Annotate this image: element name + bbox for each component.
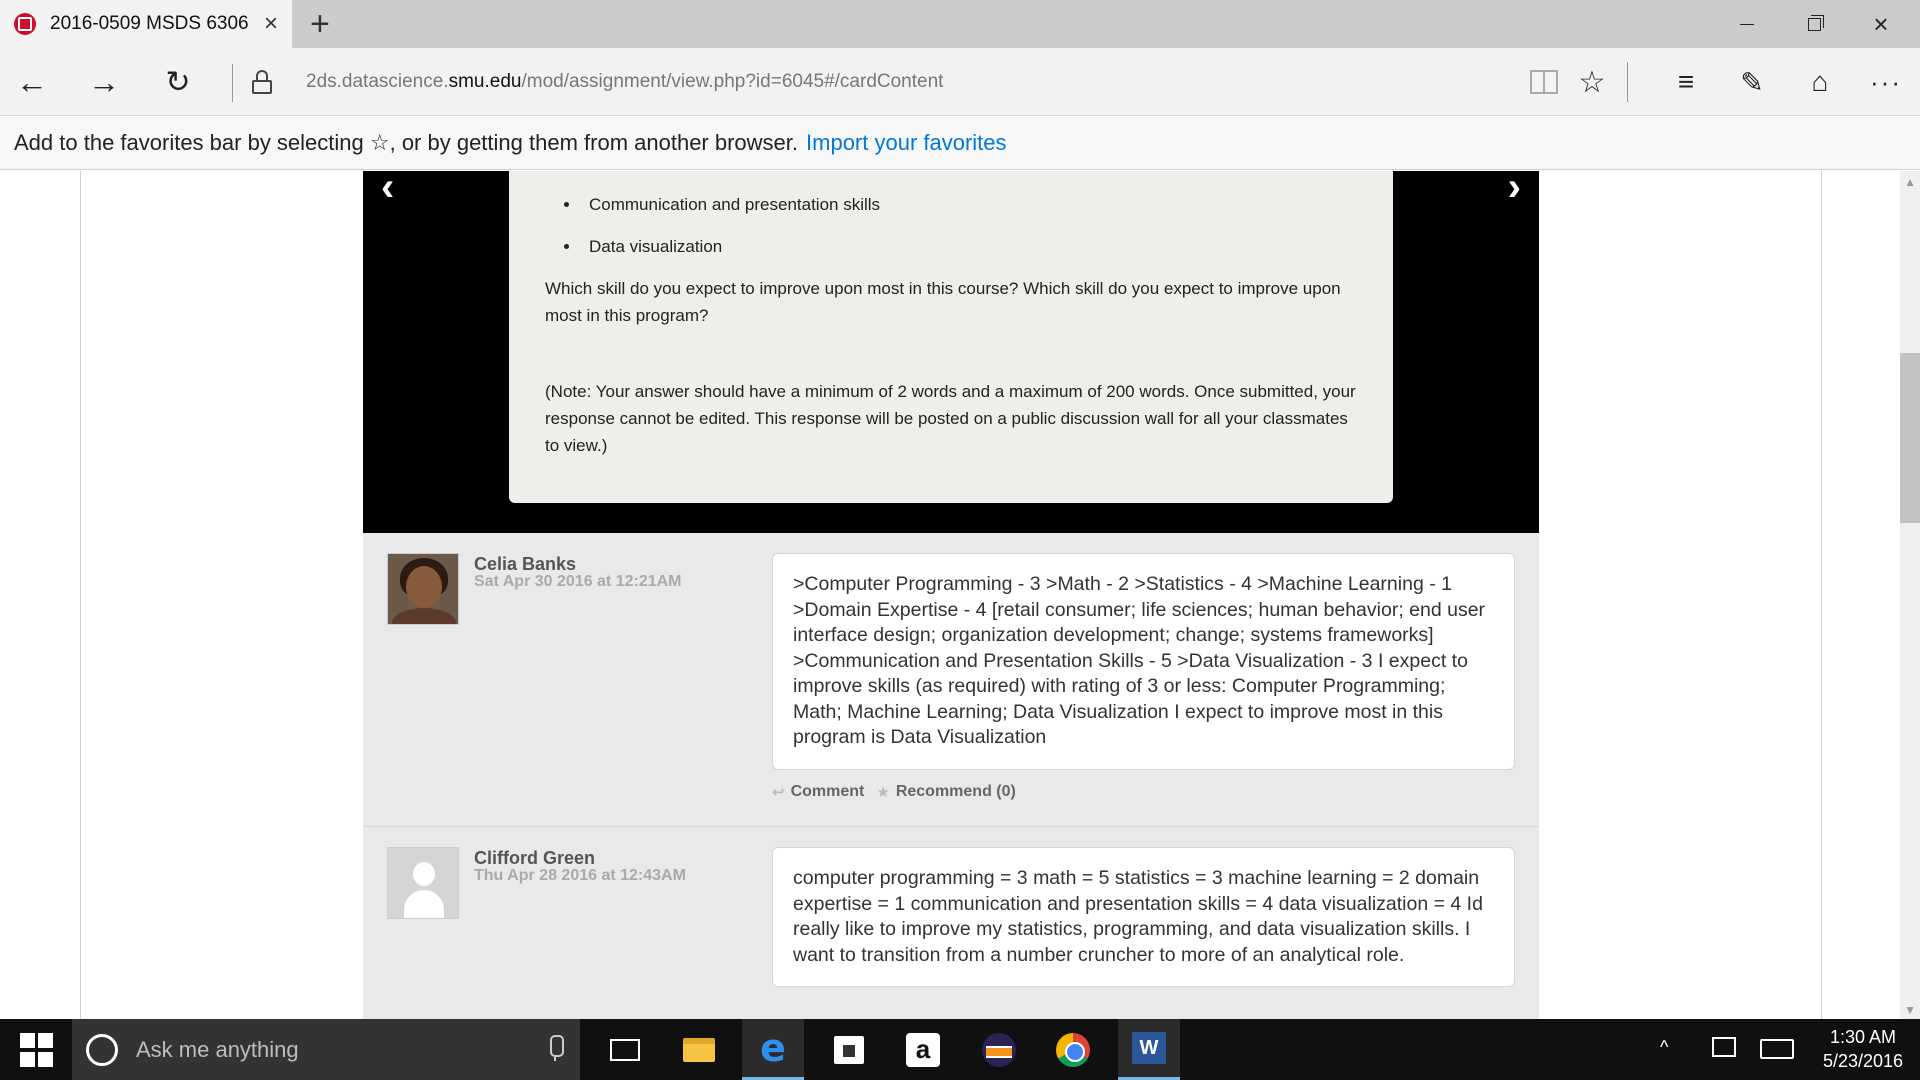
amazon-button[interactable]: a — [892, 1019, 954, 1080]
post-actions: ↩ Comment ★ Recommend (0) — [772, 783, 1016, 801]
post-body: >Computer Programming - 3 >Math - 2 >Sta… — [772, 553, 1515, 770]
recommend-button[interactable]: Recommend (0) — [896, 783, 1016, 801]
site-favicon-icon — [14, 13, 36, 35]
show-hidden-icons-chevron-icon[interactable]: ^ — [1660, 1037, 1668, 1058]
post-author[interactable]: Celia Banks — [474, 554, 576, 575]
word-icon: W — [1132, 1032, 1166, 1064]
touch-keyboard-icon[interactable] — [1760, 1039, 1794, 1059]
reply-icon: ↩ — [772, 784, 785, 801]
microphone-icon[interactable] — [548, 1035, 564, 1061]
store-icon — [834, 1035, 864, 1064]
edge-button[interactable]: e — [742, 1019, 804, 1080]
share-icon[interactable]: ⌂ — [1798, 60, 1842, 104]
address-bar[interactable]: 2ds.datascience.smu.edu/mod/assignment/v… — [306, 71, 943, 93]
navigation-bar: ← → ↻ 2ds.datascience.smu.edu/mod/assign… — [0, 48, 1920, 116]
new-tab-button[interactable]: + — [310, 6, 330, 42]
lock-icon[interactable] — [252, 70, 272, 94]
more-actions-icon[interactable]: ··· — [1864, 60, 1908, 104]
favorites-hint-bar: Add to the favorites bar by selecting ☆,… — [0, 117, 1920, 170]
card-carousel: ‹ › Communication and presentation skill… — [363, 171, 1539, 533]
start-button[interactable] — [14, 1033, 56, 1067]
web-note-icon[interactable]: ✎ — [1730, 60, 1774, 104]
reading-view-icon[interactable] — [1522, 60, 1566, 104]
toolbar-divider — [1627, 62, 1628, 102]
toolbar-divider — [232, 64, 233, 102]
star-icon: ★ — [876, 784, 890, 801]
restore-icon — [1807, 14, 1824, 31]
restore-button[interactable] — [1781, 0, 1847, 48]
favorites-hint-text: Add to the favorites bar by selecting ☆,… — [14, 130, 799, 155]
search-placeholder: Ask me anything — [136, 1036, 299, 1062]
task-view-button[interactable] — [594, 1019, 656, 1080]
url-domain: smu.edu — [448, 71, 522, 92]
cortana-search-box[interactable]: Ask me anything — [72, 1019, 580, 1080]
page-content[interactable]: ‹ › Communication and presentation skill… — [0, 171, 1920, 1019]
eclipse-icon — [982, 1032, 1016, 1067]
file-explorer-button[interactable] — [668, 1019, 730, 1080]
clock-time: 1:30 AM — [1829, 1027, 1897, 1047]
edge-icon: e — [760, 1026, 786, 1070]
hub-icon[interactable]: ≡ — [1664, 60, 1708, 104]
store-button[interactable] — [818, 1019, 880, 1080]
post-author[interactable]: Clifford Green — [474, 848, 595, 869]
forward-button[interactable]: → — [80, 58, 128, 106]
taskbar: Ask me anything e a W ^ 1:30 AM 5/23/201… — [0, 1019, 1920, 1080]
import-favorites-link[interactable]: Import your favorites — [806, 130, 1007, 156]
chrome-icon — [1056, 1032, 1090, 1067]
prompt-card: Communication and presentation skills Da… — [509, 171, 1393, 503]
url-prefix: 2ds.datascience. — [306, 71, 449, 92]
browser-tab[interactable]: 2016-0509 MSDS 6306 × — [0, 0, 292, 48]
avatar[interactable] — [387, 847, 459, 919]
favorite-star-icon[interactable]: ☆ — [1570, 60, 1614, 104]
word-button[interactable]: W — [1118, 1019, 1180, 1080]
comment-button[interactable]: Comment — [791, 783, 865, 801]
next-card-arrow-icon[interactable]: › — [1508, 171, 1521, 210]
clock-date: 5/23/2016 — [1822, 1051, 1904, 1071]
scroll-thumb[interactable] — [1900, 353, 1920, 523]
skills-list: Communication and presentation skills Da… — [581, 191, 1357, 260]
url-path: /mod/assignment/view.php?id=6045#/cardCo… — [521, 71, 944, 92]
tab-bar: 2016-0509 MSDS 6306 × + × — [0, 0, 1920, 48]
task-view-icon — [610, 1038, 640, 1061]
avatar[interactable] — [387, 553, 459, 625]
list-item: Communication and presentation skills — [581, 191, 1357, 218]
tab-title: 2016-0509 MSDS 6306 — [50, 13, 249, 34]
post-body: computer programming = 3 math = 5 statis… — [772, 847, 1515, 987]
action-center-icon[interactable] — [1712, 1037, 1736, 1057]
page-scrollbar[interactable]: ▲ ▼ — [1900, 171, 1920, 1019]
discussion-post: Clifford Green Thu Apr 28 2016 at 12:43A… — [363, 827, 1539, 1019]
refresh-button[interactable]: ↻ — [154, 58, 202, 106]
scroll-up-icon[interactable]: ▲ — [1904, 175, 1916, 189]
chrome-button[interactable] — [1042, 1019, 1104, 1080]
post-date: Thu Apr 28 2016 at 12:43AM — [474, 867, 686, 884]
prompt-question: Which skill do you expect to improve upo… — [545, 279, 1341, 325]
tab-close-icon[interactable]: × — [264, 12, 278, 36]
eclipse-button[interactable] — [968, 1019, 1030, 1080]
list-item: Data visualization — [581, 233, 1357, 260]
close-window-button[interactable]: × — [1848, 0, 1914, 48]
system-clock[interactable]: 1:30 AM 5/23/2016 — [1810, 1025, 1916, 1073]
discussion-post: Celia Banks Sat Apr 30 2016 at 12:21AM >… — [363, 533, 1539, 827]
scroll-down-icon[interactable]: ▼ — [1904, 1003, 1916, 1017]
post-date: Sat Apr 30 2016 at 12:21AM — [474, 573, 682, 590]
discussion-wall: Celia Banks Sat Apr 30 2016 at 12:21AM >… — [363, 533, 1539, 1019]
folder-icon — [683, 1037, 715, 1062]
previous-card-arrow-icon[interactable]: ‹ — [381, 171, 394, 210]
back-button[interactable]: ← — [8, 58, 56, 106]
amazon-icon: a — [906, 1032, 940, 1067]
cortana-icon — [86, 1033, 118, 1066]
minimize-button[interactable] — [1714, 0, 1780, 48]
prompt-note: (Note: Your answer should have a minimum… — [545, 382, 1356, 455]
